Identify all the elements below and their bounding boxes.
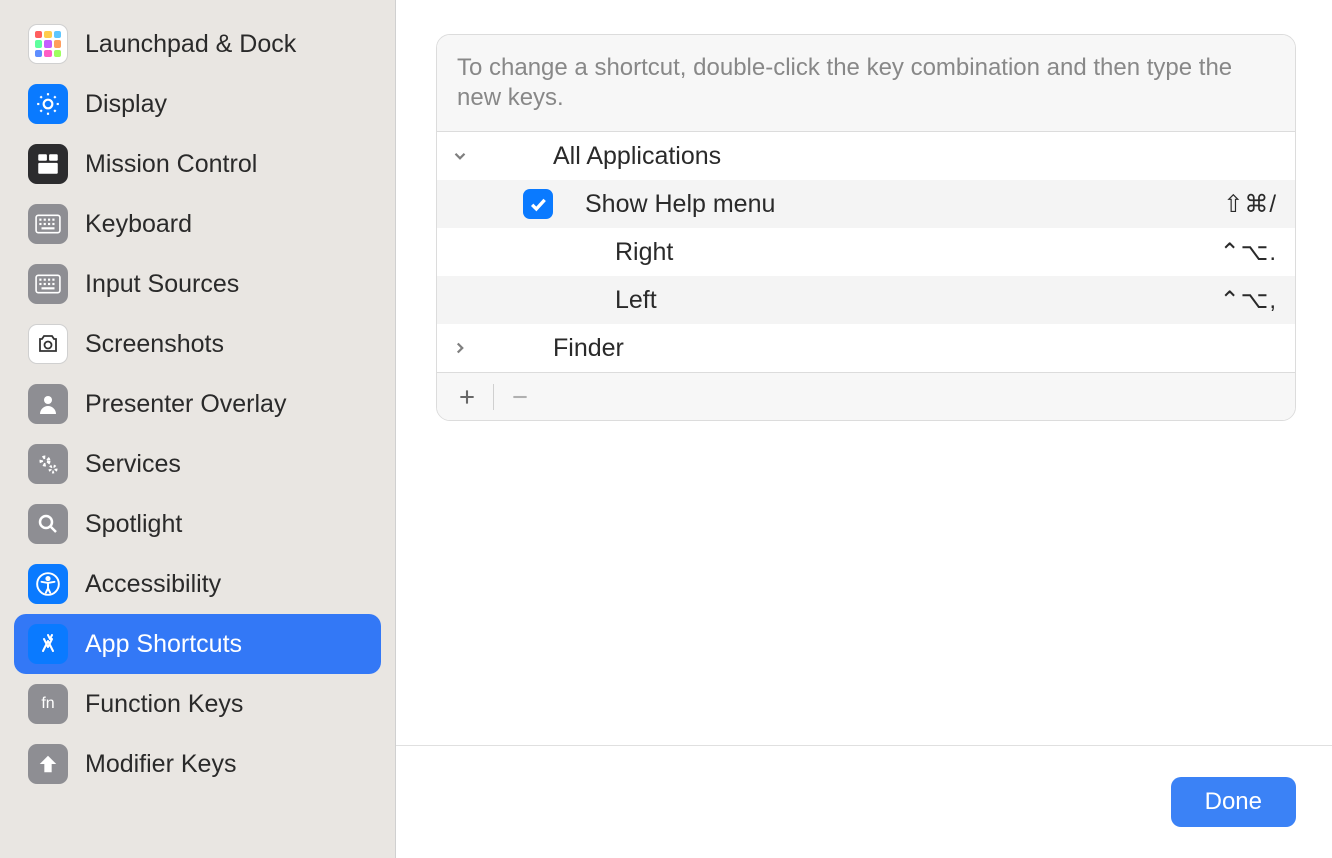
brightness-icon: [28, 84, 68, 124]
camera-icon: [28, 324, 68, 364]
sidebar-item-accessibility[interactable]: Accessibility: [14, 554, 381, 614]
sidebar-item-label: Presenter Overlay: [85, 390, 286, 419]
sidebar-item-display[interactable]: Display: [14, 74, 381, 134]
gears-icon: [28, 444, 68, 484]
sidebar-item-services[interactable]: Services: [14, 434, 381, 494]
shortcut-keys[interactable]: ⌃⌥.: [1220, 238, 1277, 267]
instruction-text: To change a shortcut, double-click the k…: [437, 35, 1295, 132]
sidebar-item-label: App Shortcuts: [85, 630, 242, 659]
person-icon: [28, 384, 68, 424]
sidebar-item-mission-control[interactable]: Mission Control: [14, 134, 381, 194]
sidebar-item-function-keys[interactable]: fn Function Keys: [14, 674, 381, 734]
mission-control-icon: [28, 144, 68, 184]
sidebar: Launchpad & Dock Display Mission Control…: [0, 0, 396, 858]
sidebar-item-label: Services: [85, 450, 181, 479]
sidebar-item-label: Keyboard: [85, 210, 192, 239]
sidebar-item-screenshots[interactable]: Screenshots: [14, 314, 381, 374]
sidebar-item-label: Screenshots: [85, 330, 224, 359]
footer: Done: [396, 745, 1332, 858]
search-icon: [28, 504, 68, 544]
disclosure-triangle-collapsed[interactable]: [445, 339, 475, 357]
sidebar-item-modifier-keys[interactable]: Modifier Keys: [14, 734, 381, 794]
sidebar-item-label: Display: [85, 90, 167, 119]
sidebar-item-input-sources[interactable]: Input Sources: [14, 254, 381, 314]
sidebar-item-label: Mission Control: [85, 150, 257, 179]
sidebar-item-label: Accessibility: [85, 570, 221, 599]
fn-icon: fn: [28, 684, 68, 724]
remove-button[interactable]: [502, 379, 538, 415]
keyboard-icon: [28, 264, 68, 304]
sidebar-item-app-shortcuts[interactable]: App Shortcuts: [14, 614, 381, 674]
shortcuts-panel: To change a shortcut, double-click the k…: [436, 34, 1296, 421]
shortcut-row[interactable]: Left ⌃⌥,: [437, 276, 1295, 324]
disclosure-triangle-expanded[interactable]: [445, 147, 475, 165]
main-content: To change a shortcut, double-click the k…: [396, 0, 1332, 858]
sidebar-item-keyboard[interactable]: Keyboard: [14, 194, 381, 254]
shortcut-label: Right: [615, 238, 1220, 267]
sidebar-item-label: Spotlight: [85, 510, 182, 539]
sidebar-item-spotlight[interactable]: Spotlight: [14, 494, 381, 554]
accessibility-icon: [28, 564, 68, 604]
shortcut-row[interactable]: Right ⌃⌥.: [437, 228, 1295, 276]
sidebar-item-presenter-overlay[interactable]: Presenter Overlay: [14, 374, 381, 434]
group-row-all-applications[interactable]: All Applications: [437, 132, 1295, 180]
group-label: All Applications: [553, 142, 1277, 171]
toolbar-divider: [493, 384, 494, 410]
shortcut-keys[interactable]: ⌃⌥,: [1220, 286, 1277, 315]
shortcut-checkbox[interactable]: [523, 189, 553, 219]
shortcut-keys[interactable]: ⇧⌘/: [1223, 190, 1277, 219]
shortcut-row[interactable]: Show Help menu ⇧⌘/: [437, 180, 1295, 228]
sidebar-item-label: Modifier Keys: [85, 750, 236, 779]
table-toolbar: [437, 372, 1295, 420]
sidebar-item-launchpad-dock[interactable]: Launchpad & Dock: [14, 14, 381, 74]
shortcut-label: Show Help menu: [585, 190, 1223, 219]
done-button[interactable]: Done: [1171, 777, 1296, 827]
sidebar-item-label: Input Sources: [85, 270, 239, 299]
shortcuts-table: All Applications Show Help menu ⇧⌘/ Righ…: [437, 132, 1295, 372]
add-button[interactable]: [449, 379, 485, 415]
modifier-icon: [28, 744, 68, 784]
apps-icon: [28, 624, 68, 664]
group-label: Finder: [553, 334, 1277, 363]
keyboard-icon: [28, 204, 68, 244]
launchpad-icon: [28, 24, 68, 64]
sidebar-item-label: Launchpad & Dock: [85, 30, 296, 59]
group-row-finder[interactable]: Finder: [437, 324, 1295, 372]
sidebar-item-label: Function Keys: [85, 690, 243, 719]
shortcut-label: Left: [615, 286, 1220, 315]
